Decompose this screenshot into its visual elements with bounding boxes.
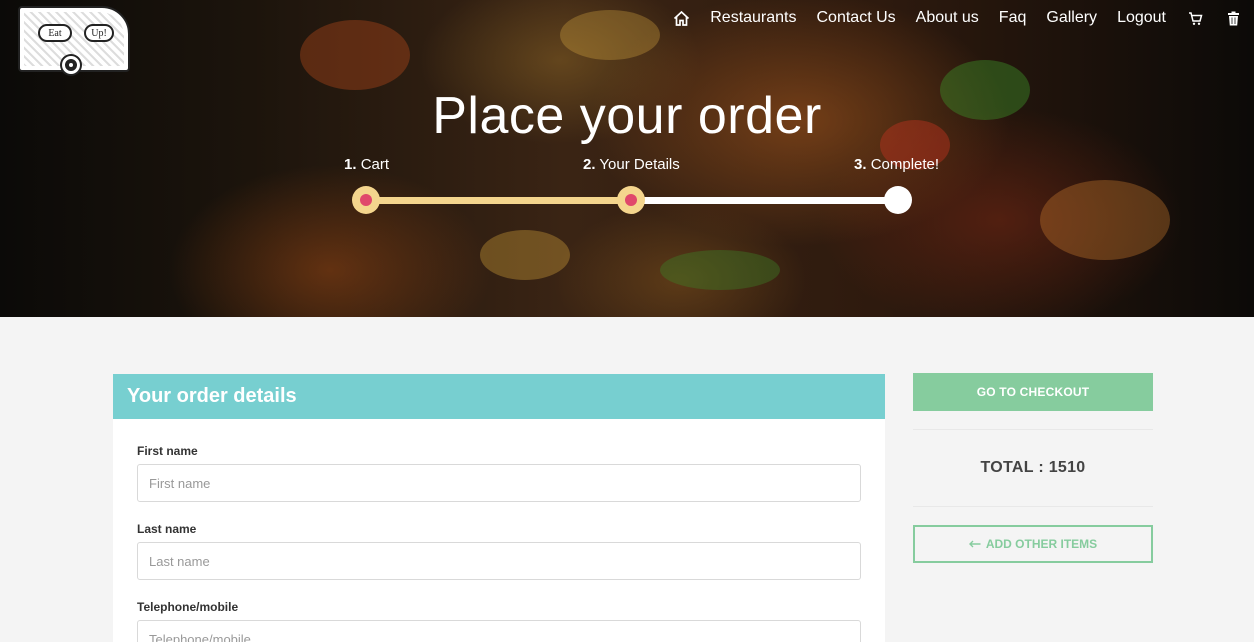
food-texture — [560, 10, 660, 60]
step-name: Your Details — [599, 156, 680, 173]
progress-dot-details — [617, 186, 645, 214]
nav-about-us[interactable]: About us — [916, 9, 979, 27]
food-texture — [1040, 180, 1170, 260]
telephone-input[interactable] — [137, 620, 861, 642]
nav-logout[interactable]: Logout — [1117, 9, 1166, 27]
telephone-label: Telephone/mobile — [137, 600, 239, 614]
progress-dot-cart — [352, 186, 380, 214]
step-number: 1. — [344, 156, 357, 173]
order-total: TOTAL : 1510 — [980, 459, 1086, 476]
step-number: 3. — [854, 156, 867, 173]
first-name-label: First name — [137, 444, 198, 458]
progress-dot-center — [625, 194, 637, 206]
progress-dot-complete — [884, 186, 912, 214]
checkout-button[interactable]: GO TO CHECKOUT — [913, 373, 1153, 411]
progress-track-pending — [632, 197, 898, 204]
nav-contact-us[interactable]: Contact Us — [817, 9, 896, 27]
first-name-input[interactable] — [137, 464, 861, 502]
order-summary: GO TO CHECKOUT TOTAL : 1510 ADD OTHER IT… — [913, 373, 1153, 563]
step-label-details: 2. Your Details — [583, 156, 680, 173]
order-details-title: Your order details — [113, 374, 885, 419]
step-label-complete: 3. Complete! — [854, 156, 939, 173]
step-number: 2. — [583, 156, 596, 173]
last-name-label: Last name — [137, 522, 197, 536]
telephone-group: Telephone/mobile — [137, 600, 861, 642]
add-other-items-button[interactable]: ADD OTHER ITEMS — [913, 525, 1153, 563]
first-name-group: First name — [137, 444, 861, 502]
home-icon[interactable] — [672, 9, 690, 27]
food-texture — [480, 230, 570, 280]
nav-faq[interactable]: Faq — [999, 9, 1027, 27]
last-name-input[interactable] — [137, 542, 861, 580]
food-texture — [300, 20, 410, 90]
add-other-items-label: ADD OTHER ITEMS — [985, 537, 1098, 551]
logo-wheel — [62, 56, 80, 74]
step-label-cart: 1. Cart — [344, 156, 389, 173]
top-nav: Restaurants Contact Us About us Faq Gall… — [672, 8, 1242, 28]
step-name: Complete! — [870, 156, 940, 173]
site-logo[interactable]: Eat Up! — [18, 6, 130, 74]
order-details-card: Your order details First name Last name … — [113, 374, 885, 642]
step-name: Cart — [360, 156, 390, 173]
last-name-group: Last name — [137, 522, 861, 580]
arrow-left-icon — [968, 540, 981, 548]
progress-track-done — [366, 197, 632, 204]
trash-icon[interactable] — [1224, 9, 1242, 27]
nav-restaurants[interactable]: Restaurants — [710, 9, 796, 27]
page-title: Place your order — [432, 87, 822, 145]
hero-banner: Eat Up! Restaurants Contact Us About us … — [0, 0, 1254, 317]
cart-icon[interactable] — [1186, 9, 1204, 27]
logo-text-eat: Eat — [38, 24, 72, 42]
logo-text-up: Up! — [84, 24, 114, 42]
nav-gallery[interactable]: Gallery — [1046, 9, 1097, 27]
progress-dot-center — [360, 194, 372, 206]
food-texture — [660, 250, 780, 290]
